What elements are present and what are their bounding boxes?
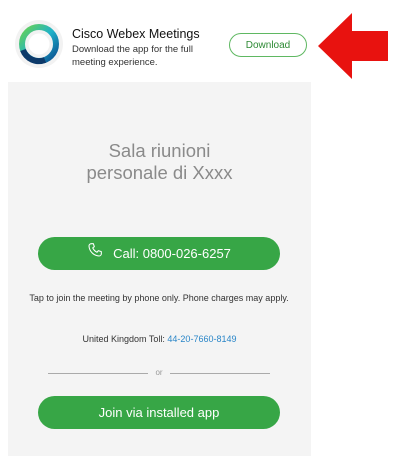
red-arrow-left-icon (316, 11, 390, 86)
toll-number-link[interactable]: 44-20-7660-8149 (167, 334, 236, 344)
phone-icon (87, 237, 103, 270)
app-description: Download the app for the full meeting ex… (72, 44, 193, 68)
meeting-panel: Sala riunioni personale di Xxxx Call: 08… (8, 82, 311, 456)
toll-info: United Kingdom Toll: 44-20-7660-8149 (8, 334, 311, 344)
join-via-app-button[interactable]: Join via installed app (38, 396, 280, 429)
room-title-line1: Sala riunioni (108, 140, 211, 161)
toll-label: United Kingdom Toll: (82, 334, 165, 344)
phone-charges-note: Tap to join the meeting by phone only. P… (29, 293, 289, 303)
call-button-label: Call: 0800-026-6257 (113, 246, 231, 261)
room-title: Sala riunioni personale di Xxxx (8, 140, 311, 184)
app-name: Cisco Webex Meetings (72, 27, 200, 41)
webex-logo-icon (15, 20, 63, 68)
room-title-line2: personale di Xxxx (86, 162, 233, 183)
call-button[interactable]: Call: 0800-026-6257 (38, 237, 280, 270)
download-button[interactable]: Download (229, 33, 307, 57)
or-divider: or (48, 368, 270, 378)
divider-line-right (170, 373, 270, 374)
webex-join-page: Cisco Webex Meetings Download the app fo… (0, 0, 396, 456)
